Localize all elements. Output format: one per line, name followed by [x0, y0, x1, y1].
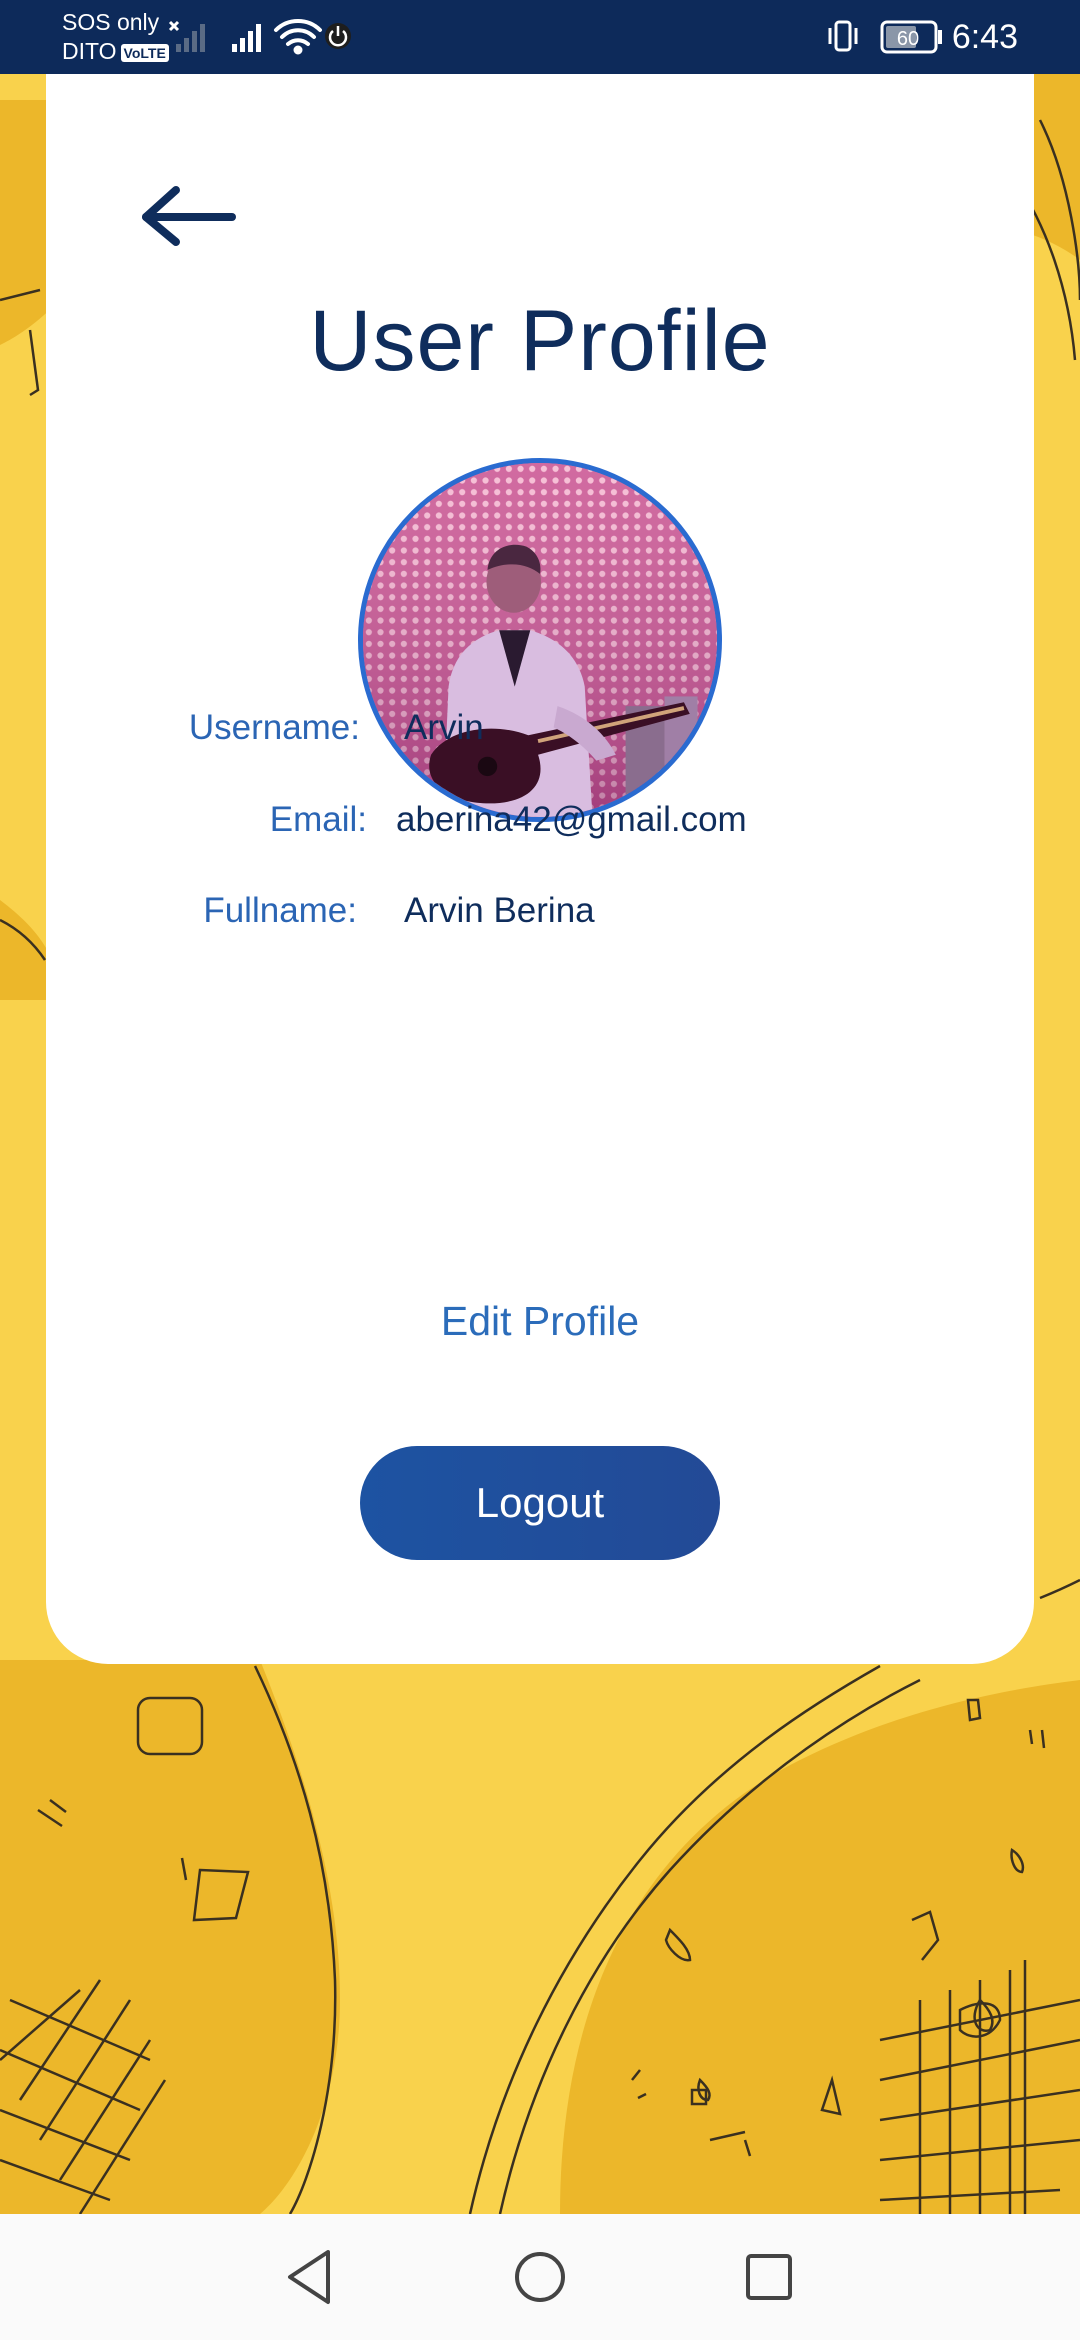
power-saving-icon: [325, 23, 351, 49]
home-circle-icon[interactable]: [505, 2242, 575, 2312]
username-row: Username: Arvin: [46, 700, 1034, 756]
edit-profile-link[interactable]: Edit Profile: [46, 1298, 1034, 1345]
fullname-value: Arvin Berina: [404, 891, 595, 930]
wifi-icon: [274, 19, 322, 55]
recents-square-icon[interactable]: [734, 2242, 804, 2312]
username-value: Arvin: [404, 708, 484, 747]
no-signal-icon: [176, 24, 205, 52]
carrier-line-1: SOS only: [62, 9, 160, 35]
signal-icon: [232, 24, 261, 52]
back-triangle-icon[interactable]: [274, 2242, 344, 2312]
status-icons-left: [168, 19, 351, 55]
back-button[interactable]: [134, 180, 244, 335]
page-title: User Profile: [309, 293, 771, 389]
volte-badge: VoLTE: [120, 43, 169, 62]
email-row: Email: aberina42@gmail.com: [46, 792, 1034, 848]
arrow-left-icon: [142, 186, 236, 335]
carrier-info: SOS only DITO VoLTE: [62, 8, 169, 66]
carrier-name: DITO: [62, 38, 117, 64]
logout-button[interactable]: Logout: [360, 1446, 720, 1560]
avatar[interactable]: [358, 458, 722, 822]
username-label: Username:: [188, 708, 360, 747]
battery-level: 60: [897, 28, 919, 50]
fullname-label: Fullname:: [203, 891, 357, 930]
vibrate-icon: [828, 20, 858, 52]
status-clock: 6:43: [951, 18, 1018, 56]
sim-x-icon: [168, 20, 180, 32]
carrier-line-2: DITO VoLTE: [62, 37, 169, 66]
profile-photo: [363, 463, 717, 817]
navigation-bar: [0, 2214, 1080, 2340]
battery-icon: 60: [880, 20, 942, 54]
fullname-row: Fullname: Arvin Berina: [46, 883, 1034, 939]
status-icons-right: 60: [828, 20, 942, 54]
profile-card: User Profile Username: Arvin Email: aber…: [46, 70, 1034, 1664]
status-bar: SOS only DITO VoLTE 60 6:43: [0, 0, 1080, 74]
email-label: Email:: [269, 800, 367, 839]
email-value: aberina42@gmail.com: [396, 800, 747, 839]
